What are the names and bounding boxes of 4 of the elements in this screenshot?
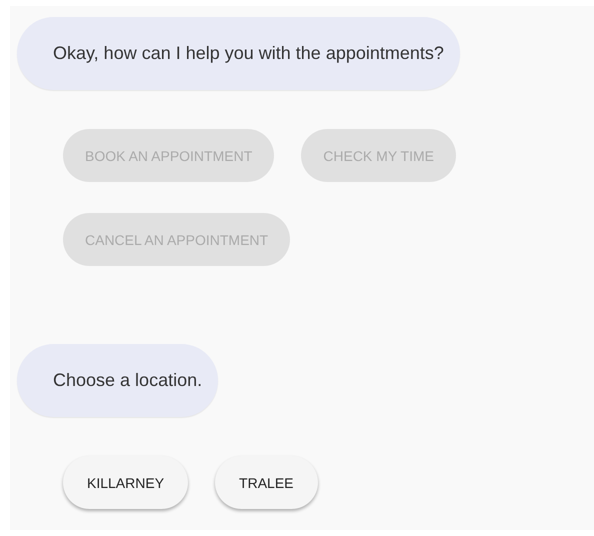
reply-chip[interactable]: TRALEE <box>215 456 318 509</box>
chat-bubble: Choose a location. <box>17 344 218 417</box>
chat-bubble: Okay, how can I help you with the appointments? <box>17 17 460 90</box>
reply-chip[interactable]: KILLARNEY <box>63 456 188 509</box>
